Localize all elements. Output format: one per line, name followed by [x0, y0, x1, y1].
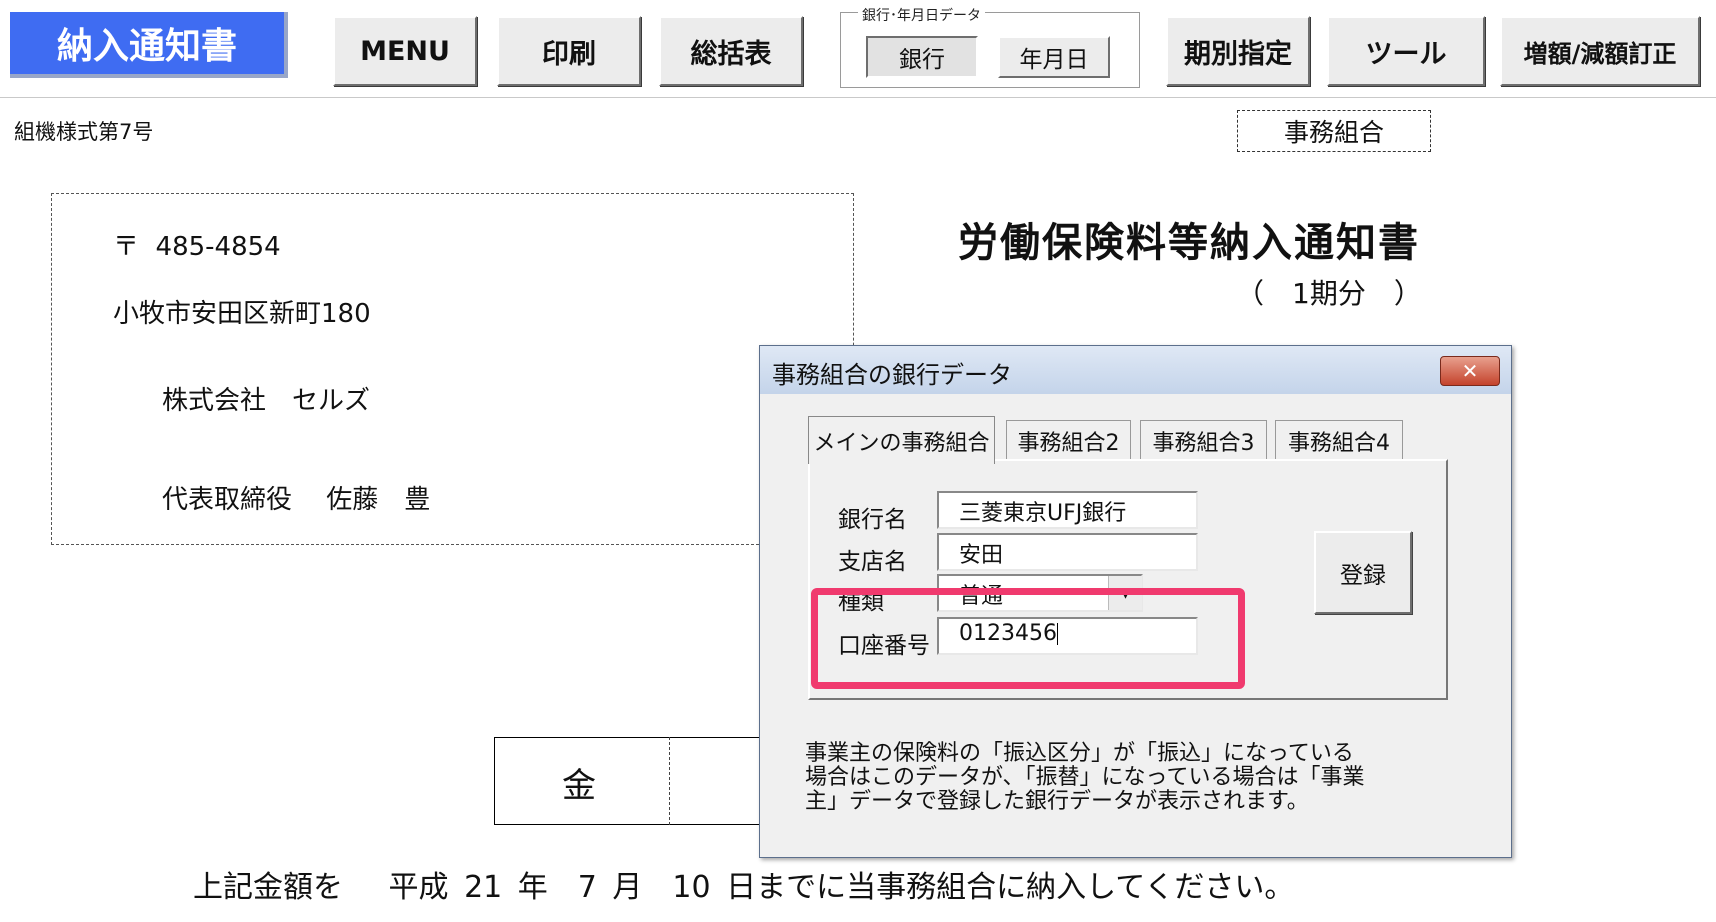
- close-button[interactable]: ✕: [1440, 356, 1500, 386]
- account-type-dropdown[interactable]: ▼: [1108, 576, 1142, 610]
- postal-code: 485-4854: [155, 232, 281, 262]
- toolbar-divider: [0, 97, 1716, 98]
- account-number-field[interactable]: 0123456: [937, 617, 1198, 655]
- deadline-text: 上記金額を 平成 21 年 7 月 10 日までに当事務組合に納入してください。: [193, 870, 1295, 905]
- form-number: 組機様式第7号: [14, 120, 154, 144]
- amount-box: [494, 737, 774, 825]
- bank-data-button[interactable]: 銀行: [866, 36, 978, 78]
- bank-date-group-label: 銀行･年月日データ: [858, 5, 985, 25]
- company-name: 株式会社 セルズ: [162, 386, 371, 416]
- close-icon: ✕: [1461, 359, 1479, 383]
- menu-button[interactable]: MENU: [333, 16, 477, 86]
- tab-office-3[interactable]: 事務組合3: [1140, 420, 1267, 460]
- bank-name-field[interactable]: 三菱東京UFJ銀行: [937, 491, 1198, 529]
- bank-name-label: 銀行名: [838, 507, 907, 533]
- tab-office-2[interactable]: 事務組合2: [1006, 420, 1131, 460]
- address-line: 小牧市安田区新町180: [113, 299, 371, 329]
- summary-button[interactable]: 総括表: [659, 16, 803, 86]
- branch-field[interactable]: 安田: [937, 533, 1198, 571]
- account-number-value: 0123456: [959, 621, 1057, 646]
- print-button[interactable]: 印刷: [497, 16, 641, 86]
- account-number-label: 口座番号: [838, 633, 930, 659]
- document-title: 労働保険料等納入通知書: [958, 220, 1420, 266]
- tab-office-4[interactable]: 事務組合4: [1275, 420, 1403, 460]
- correction-button[interactable]: 増額/減額訂正: [1500, 16, 1700, 86]
- text-caret: [1056, 623, 1058, 645]
- tools-button[interactable]: ツール: [1327, 16, 1485, 86]
- amount-divider: [669, 737, 670, 825]
- period-label: （ 1期分 ）: [1236, 277, 1422, 310]
- amount-label: 金: [562, 766, 596, 806]
- dialog-note: 事業主の保険料の「振込区分」が「振込」になっている場合はこのデータが、「振替」に…: [805, 741, 1365, 814]
- date-data-button[interactable]: 年月日: [998, 36, 1110, 78]
- chevron-down-icon: ▼: [1120, 585, 1131, 601]
- postal-mark: 〒: [113, 232, 140, 262]
- register-button[interactable]: 登録: [1314, 531, 1412, 614]
- dialog-title: 事務組合の銀行データ: [772, 361, 1012, 389]
- office-label-box: 事務組合: [1237, 110, 1431, 152]
- period-select-button[interactable]: 期別指定: [1166, 16, 1310, 86]
- app-title-button[interactable]: 納入通知書: [10, 12, 288, 78]
- tab-main-office[interactable]: メインの事務組合: [808, 416, 995, 464]
- branch-label: 支店名: [838, 549, 907, 575]
- representative-name: 代表取締役 佐藤 豊: [162, 485, 431, 515]
- postal-code-line: 〒 485-4854: [113, 226, 281, 263]
- account-type-label: 種類: [838, 589, 884, 615]
